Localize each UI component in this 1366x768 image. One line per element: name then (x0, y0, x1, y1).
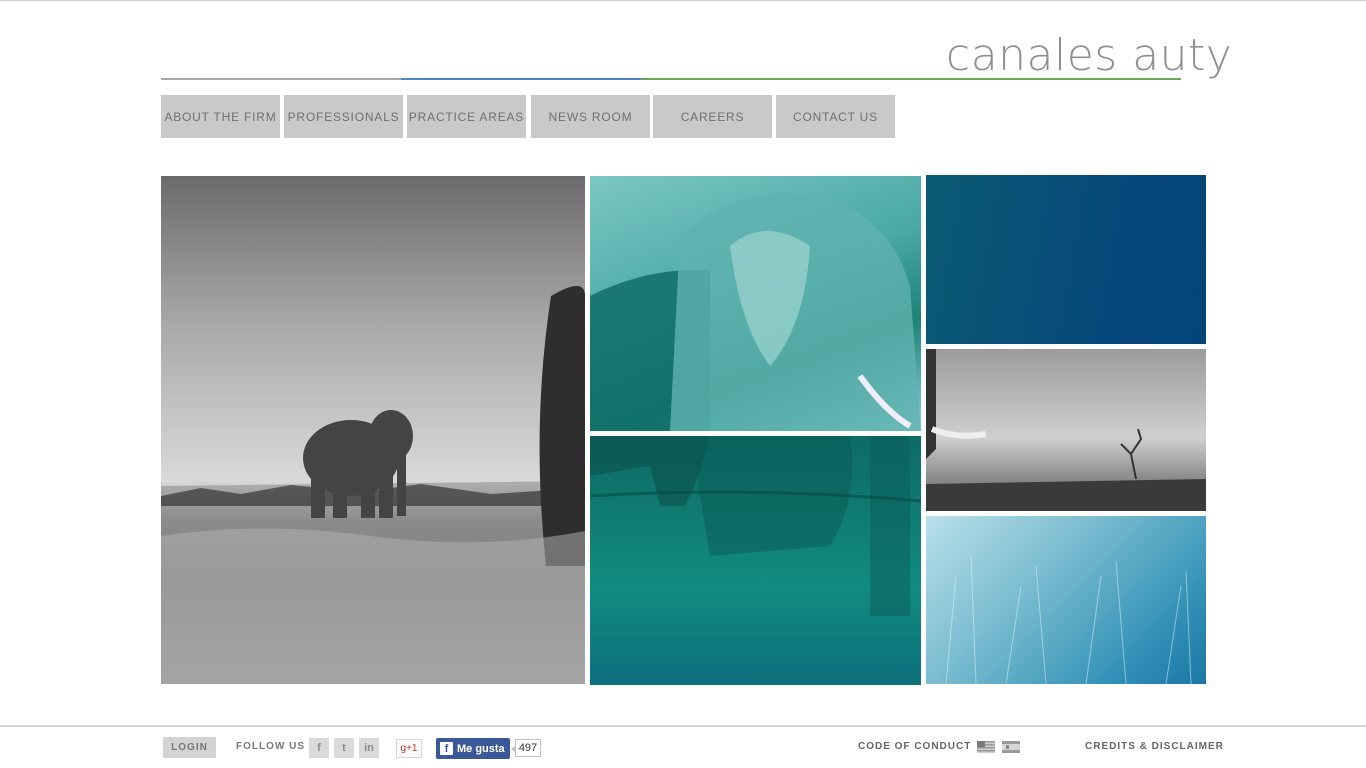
header-rule-blue (401, 78, 641, 80)
google-plus-button[interactable]: g+1 (396, 739, 422, 758)
site-logo[interactable]: canales auty (946, 30, 1232, 82)
code-of-conduct-link[interactable]: CODE OF CONDUCT (858, 741, 971, 752)
header-rule-gray (161, 78, 401, 80)
photo-elephant-teal (590, 176, 921, 431)
facebook-f-icon: f (440, 742, 453, 755)
nav-practice-areas[interactable]: PRACTICE AREAS (407, 95, 526, 138)
login-button[interactable]: LOGIN (163, 737, 216, 758)
nav-about-the-firm[interactable]: ABOUT THE FIRM (161, 95, 280, 138)
footer-rule (0, 725, 1366, 727)
facebook-icon[interactable]: f (309, 738, 329, 758)
facebook-like-button[interactable]: f Me gusta (436, 738, 510, 759)
photo-grass-blue (926, 516, 1206, 684)
credits-disclaimer-link[interactable]: CREDITS & DISCLAIMER (1085, 741, 1224, 752)
twitter-icon[interactable]: t (334, 738, 354, 758)
facebook-like-count: 497 (511, 739, 541, 757)
nav-contact-us[interactable]: CONTACT US (776, 95, 895, 138)
facebook-like-label: Me gusta (457, 742, 505, 755)
us-flag-icon[interactable] (977, 740, 995, 753)
header-rule-green (641, 78, 1181, 80)
follow-us-label: FOLLOW US (236, 741, 305, 752)
spain-flag-icon[interactable] (1002, 740, 1020, 753)
nav-news-room[interactable]: NEWS ROOM (531, 95, 650, 138)
top-border (0, 0, 1366, 1)
hero-photo-elephant-savanna (161, 176, 585, 684)
photo-elephant-legs-teal (590, 436, 921, 685)
linkedin-icon[interactable]: in (359, 738, 379, 758)
nav-careers[interactable]: CAREERS (653, 95, 772, 138)
nav-professionals[interactable]: PROFESSIONALS (284, 95, 403, 138)
color-block-blue (926, 175, 1206, 344)
photo-elephant-tusk-bw (926, 349, 1206, 511)
